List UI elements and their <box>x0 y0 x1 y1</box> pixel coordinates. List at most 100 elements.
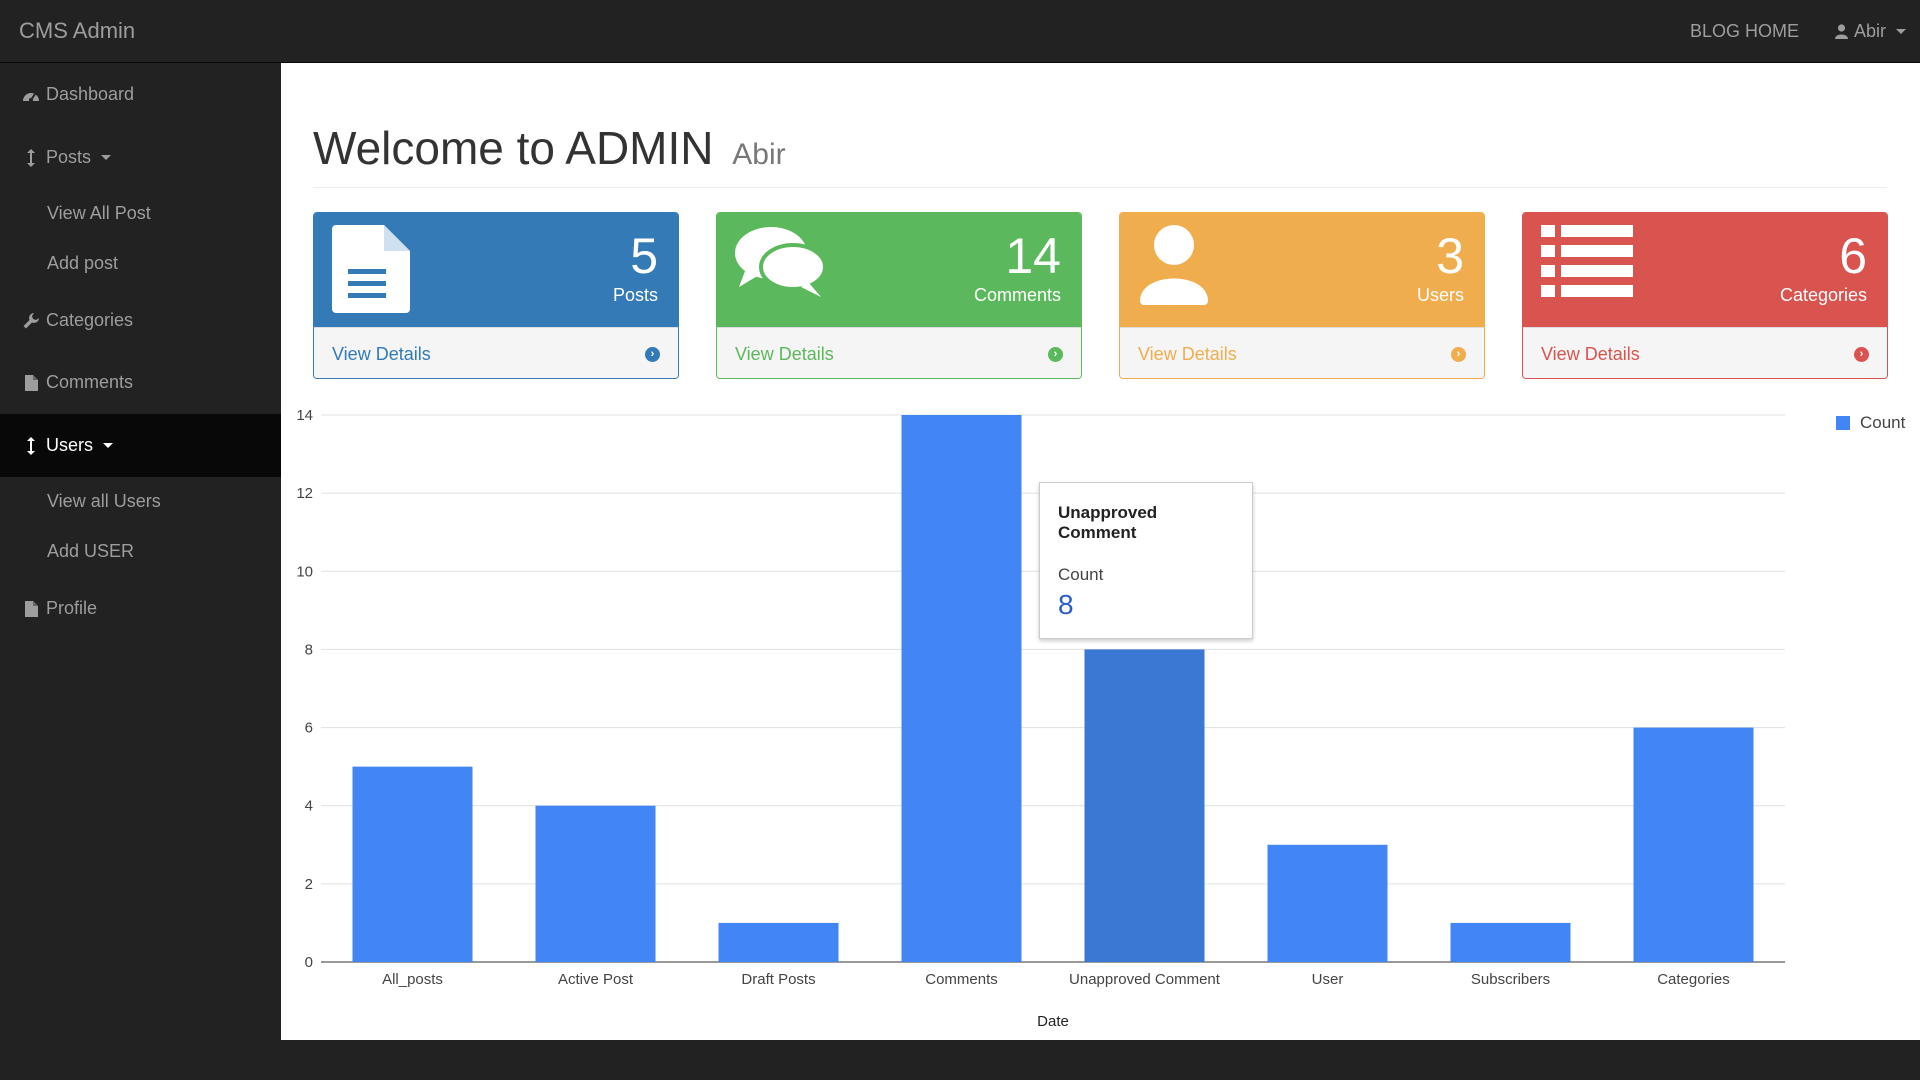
x-tick-label: All_posts <box>382 971 443 988</box>
page-header: Welcome to ADMIN Abir <box>313 121 1887 188</box>
user-icon <box>1138 225 1210 310</box>
posts-panel-heading: 5 Posts <box>314 213 678 327</box>
comments-view-details-link[interactable]: View Details › <box>717 327 1081 378</box>
file-icon <box>21 374 41 391</box>
user-icon <box>1834 24 1848 39</box>
arrow-circle-right-icon: › <box>1854 346 1869 362</box>
posts-label: Posts <box>612 285 658 305</box>
view-details-label: View Details <box>1138 343 1237 364</box>
page-title-text: Welcome to ADMIN <box>313 122 714 174</box>
chart-bar[interactable] <box>718 922 839 962</box>
sidebar-item-label: Posts <box>46 147 92 167</box>
users-panel-heading: 3 Users <box>1120 213 1484 327</box>
x-tick-label: Comments <box>925 971 998 988</box>
comments-panel-heading: 14 Comments <box>717 213 1081 327</box>
sidebar-item-label: Profile <box>46 598 98 618</box>
x-tick-label: Categories <box>1657 971 1730 988</box>
user-name: Abir <box>1853 21 1886 41</box>
chevron-down-icon <box>103 443 114 448</box>
arrows-v-icon <box>21 148 41 167</box>
wrench-icon <box>21 312 41 329</box>
sidebar-item-label: Users <box>46 435 94 455</box>
sidebar-item-label: Dashboard <box>46 84 135 104</box>
chart-tooltip: Unapproved Comment Count 8 <box>1039 482 1253 639</box>
brand-logo[interactable]: CMS Admin <box>19 18 135 44</box>
y-tick-label: 8 <box>305 641 313 658</box>
categories-count: 6 <box>1839 228 1867 284</box>
chart-bar[interactable] <box>1450 922 1571 962</box>
x-tick-label: User <box>1312 971 1344 988</box>
arrow-circle-right-icon: › <box>1048 346 1063 362</box>
x-tick-label: Subscribers <box>1471 971 1550 988</box>
comments-count: 14 <box>1005 228 1061 284</box>
legend-label: Count <box>1860 413 1906 432</box>
sidebar-subitem-view-all-users[interactable]: View all Users <box>47 491 161 512</box>
chart-bar[interactable] <box>1084 649 1205 962</box>
sidebar-item-label: Comments <box>46 372 134 392</box>
comments-panel: 14 Comments View Details › <box>716 212 1082 379</box>
legend-swatch <box>1836 416 1850 430</box>
posts-panel: 5 Posts View Details › <box>313 212 679 379</box>
chevron-down-icon <box>1896 29 1906 34</box>
x-tick-label: Draft Posts <box>741 971 815 988</box>
page-title: Welcome to ADMIN Abir <box>313 121 1887 175</box>
comments-icon <box>735 225 827 306</box>
chart-bar[interactable] <box>352 766 473 962</box>
chart-bar[interactable] <box>535 805 656 962</box>
sidebar-subitem-add-post[interactable]: Add post <box>47 253 118 274</box>
sidebar-item-dashboard[interactable]: Dashboard <box>0 63 281 126</box>
x-tick-label: Active Post <box>558 971 634 988</box>
view-details-label: View Details <box>332 343 431 364</box>
y-tick-label: 10 <box>296 563 313 580</box>
sidebar-item-profile[interactable]: Profile <box>0 577 281 640</box>
y-tick-label: 4 <box>305 798 313 815</box>
y-tick-label: 12 <box>296 485 313 502</box>
tooltip-value: 8 <box>1058 589 1074 620</box>
user-dropdown[interactable]: Abir <box>1817 21 1920 42</box>
view-details-label: View Details <box>735 343 834 364</box>
posts-view-details-link[interactable]: View Details › <box>314 327 678 378</box>
blog-home-link[interactable]: BLOG HOME <box>1672 21 1817 42</box>
y-tick-label: 6 <box>305 720 313 737</box>
dashboard-icon <box>21 88 41 102</box>
tooltip-title: Unapproved Comment <box>1058 503 1158 542</box>
list-icon <box>1541 225 1633 302</box>
y-tick-label: 0 <box>305 954 313 971</box>
sidebar-item-posts[interactable]: Posts <box>0 126 281 189</box>
categories-panel: 6 Categories View Details › <box>1522 212 1888 379</box>
x-tick-label: Unapproved Comment <box>1069 971 1221 988</box>
chart-legend[interactable]: Count <box>1836 413 1905 433</box>
categories-view-details-link[interactable]: View Details › <box>1523 327 1887 378</box>
top-navbar: CMS Admin BLOG HOME Abir <box>0 0 1920 63</box>
file-text-icon <box>332 225 410 318</box>
blog-home-label: BLOG HOME <box>1689 21 1799 41</box>
chart-bar[interactable] <box>901 415 1022 962</box>
navbar-right: BLOG HOME Abir <box>1672 0 1920 63</box>
users-count: 3 <box>1436 228 1464 284</box>
view-details-label: View Details <box>1541 343 1640 364</box>
arrows-v-icon <box>21 436 41 455</box>
sidebar-subitem-view-all-post[interactable]: View All Post <box>47 203 151 224</box>
chevron-down-icon <box>101 155 112 160</box>
bottom-bar <box>0 1040 1920 1080</box>
sidebar-item-categories[interactable]: Categories <box>0 289 281 352</box>
users-label: Users <box>1416 285 1464 305</box>
users-view-details-link[interactable]: View Details › <box>1120 327 1484 378</box>
chart-bar[interactable] <box>1267 844 1388 962</box>
sidebar: Dashboard Posts View All Post Add post C… <box>0 63 281 1040</box>
sidebar-item-comments[interactable]: Comments <box>0 351 281 414</box>
arrow-circle-right-icon: › <box>645 346 660 362</box>
categories-panel-heading: 6 Categories <box>1523 213 1887 327</box>
sidebar-subitem-add-user[interactable]: Add USER <box>47 541 134 562</box>
x-axis-label: Date <box>1037 1013 1069 1030</box>
arrow-circle-right-icon: › <box>1451 346 1466 362</box>
comments-label: Comments <box>973 285 1061 305</box>
sidebar-item-label: Categories <box>46 310 134 330</box>
chart-bar[interactable] <box>1633 727 1754 962</box>
sidebar-item-users[interactable]: Users <box>0 414 281 477</box>
file-icon <box>21 600 41 617</box>
posts-count: 5 <box>630 228 658 284</box>
y-tick-label: 14 <box>296 407 313 424</box>
y-tick-label: 2 <box>305 876 313 893</box>
users-panel: 3 Users View Details › <box>1119 212 1485 379</box>
